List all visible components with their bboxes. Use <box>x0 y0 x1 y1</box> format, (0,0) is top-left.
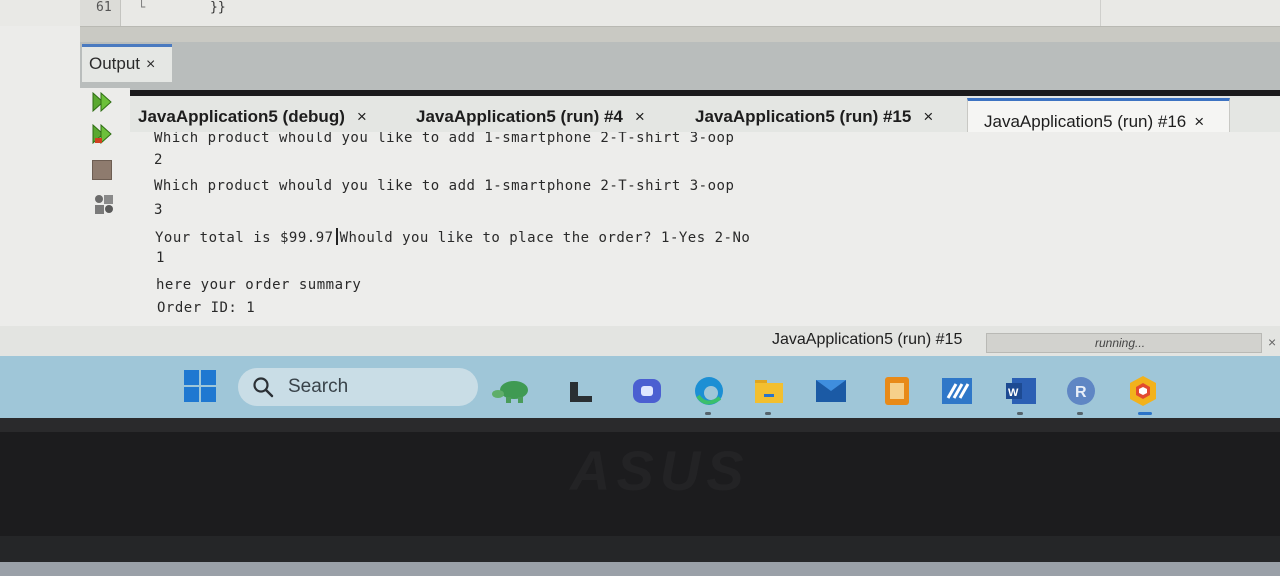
search-label: Search <box>288 376 349 397</box>
tab-run-16[interactable]: JavaApplication5 (run) #16 × <box>967 98 1230 134</box>
rerun-with-params-icon[interactable] <box>92 124 114 144</box>
running-indicator <box>705 412 711 415</box>
output-window-header <box>80 42 1280 90</box>
r-app-icon[interactable]: R <box>1064 374 1098 408</box>
netbeans-icon[interactable] <box>1126 374 1160 408</box>
settings-icon[interactable] <box>92 192 116 216</box>
console-line: 3 <box>154 202 163 218</box>
progress-text: running... <box>1095 336 1146 350</box>
close-icon[interactable]: × <box>146 56 155 73</box>
search-icon <box>253 377 274 398</box>
turtle-app-icon[interactable] <box>488 374 538 408</box>
rerun-icon[interactable] <box>92 92 114 112</box>
word-icon[interactable]: W <box>1004 374 1038 408</box>
console-line: here your order summary <box>156 277 362 293</box>
svg-text:W: W <box>1008 387 1019 399</box>
output-window-tab[interactable]: Output × <box>82 44 172 82</box>
tab-label: JavaApplication5 (debug) <box>138 107 345 126</box>
left-panel <box>0 26 80 356</box>
running-indicator <box>1077 412 1083 415</box>
status-task-name[interactable]: JavaApplication5 (run) #15 <box>772 331 962 349</box>
console-line: Which product whould you like to add 1-s… <box>154 178 735 194</box>
editor-margin-line <box>1100 0 1101 26</box>
tab-label: JavaApplication5 (run) #15 <box>695 107 912 126</box>
total-text: Your total is $99.97 <box>155 230 334 246</box>
console-output[interactable]: Which product whould you like to add 1-s… <box>130 132 1280 326</box>
console-line: 1 <box>156 250 165 266</box>
tab-debug[interactable]: JavaApplication5 (debug) × <box>138 98 367 134</box>
desk-surface <box>0 562 1280 576</box>
folder-icon[interactable] <box>752 374 786 408</box>
code-editor[interactable] <box>0 0 1280 26</box>
mail-icon[interactable] <box>814 374 848 408</box>
console-line: Your total is $99.97 Whould you like to p… <box>155 228 750 246</box>
code-line[interactable]: }} <box>210 0 226 15</box>
text-cursor <box>335 228 338 245</box>
order-prompt: Whould you like to place the order? 1-Ye… <box>339 230 751 246</box>
console-line: 2 <box>154 152 163 168</box>
tab-run-15[interactable]: JavaApplication5 (run) #15 × <box>695 98 933 134</box>
close-icon[interactable]: × <box>923 107 933 126</box>
close-icon[interactable]: × <box>1194 112 1204 131</box>
edge-icon[interactable] <box>692 374 726 408</box>
horizontal-scrollbar[interactable] <box>80 26 1280 43</box>
tab-run-4[interactable]: JavaApplication5 (run) #4 × <box>416 98 645 134</box>
taskbar-search[interactable] <box>238 368 478 406</box>
office-app-icon[interactable] <box>880 374 914 408</box>
close-icon[interactable]: × <box>1268 334 1276 350</box>
stop-icon[interactable] <box>92 160 112 180</box>
tab-label: JavaApplication5 (run) #16 <box>984 112 1187 131</box>
windows-start-icon[interactable] <box>184 370 216 402</box>
close-icon[interactable]: × <box>357 107 367 126</box>
console-line: Order ID: 1 <box>157 300 256 316</box>
tab-label: JavaApplication5 (run) #4 <box>416 107 623 126</box>
chat-app-icon[interactable] <box>630 374 664 408</box>
close-icon[interactable]: × <box>635 107 645 126</box>
fold-marker[interactable]: └ <box>138 0 145 14</box>
svg-text:R: R <box>1075 384 1087 401</box>
console-line: Which product whould you like to add 1-s… <box>154 132 735 146</box>
file-manager-icon[interactable] <box>566 374 600 408</box>
brand-logo: ASUS <box>570 439 750 502</box>
bezel-edge <box>0 418 1280 432</box>
line-number: 61 <box>96 0 112 15</box>
running-indicator <box>765 412 771 415</box>
active-app-indicator <box>1138 412 1152 415</box>
running-indicator <box>1017 412 1023 415</box>
ide-app-icon[interactable] <box>940 374 974 408</box>
output-title: Output <box>89 54 141 73</box>
